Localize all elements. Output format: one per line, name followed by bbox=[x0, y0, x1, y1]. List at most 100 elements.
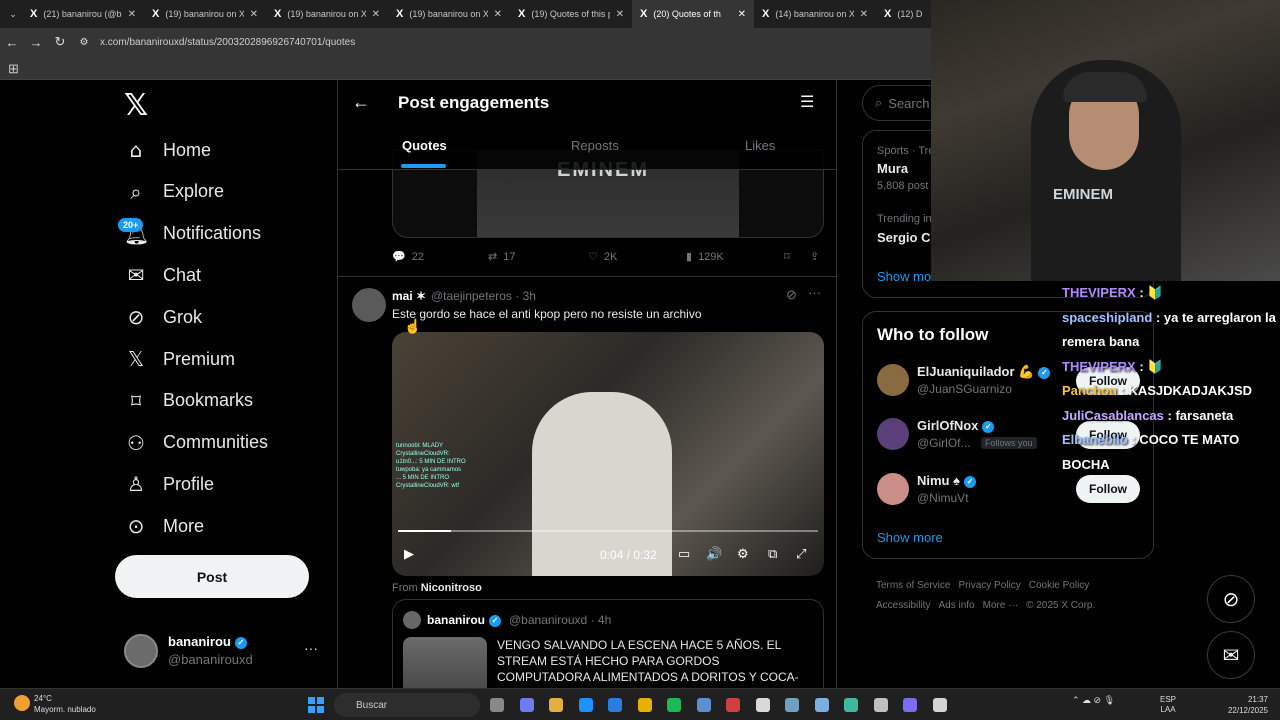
show-more-follow-link[interactable]: Show more bbox=[877, 530, 943, 545]
taskbar-app-icon[interactable] bbox=[873, 698, 888, 712]
tab-likes[interactable]: Likes bbox=[745, 138, 775, 153]
taskbar-app-icon[interactable] bbox=[519, 698, 534, 712]
taskbar-app-icon[interactable] bbox=[755, 698, 770, 712]
taskbar-app-icon[interactable] bbox=[785, 698, 799, 712]
weather-widget[interactable]: 24°C Mayorm. nublado bbox=[14, 693, 96, 715]
taskbar-app-icon[interactable] bbox=[844, 698, 858, 712]
browser-tab[interactable]: X (19) Quotes of this p ✕ bbox=[510, 0, 632, 28]
close-tab-icon[interactable]: ✕ bbox=[250, 9, 258, 20]
author-handle[interactable]: @taejinpeteros · 3h bbox=[431, 289, 536, 303]
views-button[interactable]: ▮ 129K bbox=[686, 250, 724, 264]
taskbar-app-icon[interactable] bbox=[490, 698, 504, 712]
start-button-icon[interactable] bbox=[308, 697, 324, 713]
forward-arrow-icon[interactable]: → bbox=[24, 35, 48, 50]
nav-item-profile[interactable]: ♙ Profile bbox=[124, 464, 214, 504]
footer-link[interactable]: Ads info bbox=[938, 600, 974, 611]
browser-tab[interactable]: X (19) bananirou on X: ✕ bbox=[266, 0, 388, 28]
follow-button[interactable]: Follow bbox=[1076, 475, 1140, 503]
avatar[interactable] bbox=[124, 634, 158, 668]
captions-icon[interactable]: ▭ bbox=[678, 546, 690, 562]
nav-item-communities[interactable]: ⚇ Communities bbox=[124, 423, 268, 463]
account-more-icon[interactable]: ··· bbox=[304, 640, 318, 656]
taskbar-app-icon[interactable] bbox=[696, 698, 711, 712]
avatar[interactable] bbox=[877, 364, 909, 396]
system-tray-icons[interactable]: ⌃ ☁ ⊘ 🎙 bbox=[1072, 695, 1115, 706]
from-name[interactable]: Niconitroso bbox=[421, 582, 482, 594]
footer-link[interactable]: Terms of Service bbox=[876, 580, 950, 591]
reply-button[interactable]: 💬 22 bbox=[392, 250, 424, 264]
video-progress-bar[interactable] bbox=[398, 530, 818, 532]
footer-link[interactable]: © 2025 X Corp. bbox=[1026, 600, 1095, 611]
bookmark-icon[interactable]: ⌑ bbox=[784, 250, 790, 263]
browser-tab[interactable]: X (19) bananirou on X: ✕ bbox=[388, 0, 510, 28]
repost-button[interactable]: ⇄ 17 bbox=[488, 250, 515, 264]
nav-item-grok[interactable]: ⊘ Grok bbox=[124, 297, 202, 337]
avatar[interactable] bbox=[877, 473, 909, 505]
volume-icon[interactable]: 🔊 bbox=[706, 546, 722, 562]
share-icon[interactable]: ⇪ bbox=[810, 250, 819, 263]
system-clock[interactable]: 21:37 22/12/2025 bbox=[1222, 694, 1268, 716]
like-button[interactable]: ♡ 2K bbox=[588, 250, 617, 264]
close-tab-icon[interactable]: ✕ bbox=[738, 9, 746, 20]
taskbar-app-icon[interactable] bbox=[637, 698, 652, 712]
nav-item-bookmarks[interactable]: ⌑ Bookmarks bbox=[124, 381, 253, 421]
play-icon[interactable]: ▶ bbox=[404, 546, 414, 562]
footer-link[interactable]: More ··· bbox=[983, 600, 1019, 611]
close-tab-icon[interactable]: ✕ bbox=[494, 9, 502, 20]
account-name[interactable]: bananirou ✓ bbox=[168, 634, 247, 649]
filter-sliders-icon[interactable]: ☰ bbox=[800, 92, 814, 112]
suggested-name[interactable]: GirlOfNox ✓ bbox=[917, 418, 995, 433]
browser-tab[interactable]: X (14) bananirou on X: ✕ bbox=[754, 0, 876, 28]
footer-link[interactable]: Accessibility bbox=[876, 600, 930, 611]
taskbar-app-icon[interactable] bbox=[903, 698, 917, 712]
taskbar-app-icon[interactable] bbox=[726, 698, 740, 712]
x-logo-icon[interactable]: 𝕏 bbox=[124, 88, 148, 123]
browser-tab[interactable]: X (19) bananirou on X: ✕ bbox=[144, 0, 266, 28]
browser-tab[interactable]: X (21) bananirou (@ba ✕ bbox=[22, 0, 144, 28]
footer-link[interactable]: Privacy Policy bbox=[958, 580, 1020, 591]
url-field[interactable]: x.com/bananirouxd/status/200320289692674… bbox=[100, 37, 355, 48]
tab-quotes[interactable]: Quotes bbox=[402, 138, 447, 153]
trend-name[interactable]: Mura bbox=[877, 161, 908, 176]
back-arrow-icon[interactable]: ← bbox=[352, 92, 370, 113]
tab-reposts[interactable]: Reposts bbox=[571, 138, 619, 153]
show-more-trends-link[interactable]: Show mo bbox=[877, 269, 931, 284]
grok-icon[interactable]: ⊘ bbox=[786, 287, 797, 303]
more-icon[interactable]: ··· bbox=[808, 285, 821, 300]
taskbar-app-icon[interactable] bbox=[667, 698, 681, 712]
fullscreen-icon[interactable]: ⤢ bbox=[796, 546, 806, 562]
apps-grid-icon[interactable]: ⊞ bbox=[8, 61, 19, 77]
close-tab-icon[interactable]: ✕ bbox=[860, 9, 868, 20]
taskbar-app-icon[interactable] bbox=[608, 698, 622, 712]
reload-icon[interactable]: ↻ bbox=[48, 34, 72, 50]
post-button[interactable]: Post bbox=[115, 555, 309, 598]
back-arrow-icon[interactable]: ← bbox=[0, 35, 24, 50]
nav-item-notifications[interactable]: 🔔︎ Notifications bbox=[124, 214, 261, 254]
nav-item-home[interactable]: ⌂ Home bbox=[124, 130, 211, 170]
site-info-icon[interactable]: ⚙ bbox=[72, 37, 96, 48]
settings-gear-icon[interactable]: ⚙ bbox=[737, 546, 749, 562]
avatar[interactable] bbox=[352, 288, 386, 322]
suggested-name[interactable]: ElJuaniquilador 💪 ✓ bbox=[917, 364, 1051, 380]
author-name[interactable]: mai ✶ bbox=[392, 289, 426, 303]
nav-item-premium[interactable]: 𝕏 Premium bbox=[124, 339, 235, 379]
input-language[interactable]: ESP LAA bbox=[1160, 695, 1176, 715]
browser-tab[interactable]: X (20) Quotes of th ✕ bbox=[632, 0, 754, 28]
nav-item-chat[interactable]: ✉ Chat bbox=[124, 255, 201, 295]
taskbar-app-icon[interactable] bbox=[814, 698, 829, 712]
taskbar-app-icon[interactable] bbox=[932, 698, 947, 712]
close-tab-icon[interactable]: ✕ bbox=[128, 9, 136, 20]
taskbar-app-icon[interactable] bbox=[549, 698, 563, 712]
tab-search-icon[interactable]: ⌄ bbox=[4, 9, 22, 20]
suggested-name[interactable]: Nimu ♠ ✓ bbox=[917, 473, 977, 488]
nav-item-more[interactable]: ⊙ More bbox=[124, 506, 204, 546]
close-tab-icon[interactable]: ✕ bbox=[616, 9, 624, 20]
avatar[interactable] bbox=[877, 418, 909, 450]
grok-fab-icon[interactable]: ⊘ bbox=[1207, 575, 1255, 623]
picture-in-picture-icon[interactable]: ⧉ bbox=[768, 546, 777, 562]
video-player[interactable]: tunnoobi: MLADY CrystallineCloudVR: u1tn… bbox=[392, 332, 824, 576]
taskbar-search[interactable]: Buscar bbox=[334, 693, 480, 717]
trend-name[interactable]: Sergio Co bbox=[877, 230, 938, 245]
close-tab-icon[interactable]: ✕ bbox=[372, 9, 380, 20]
messages-fab-icon[interactable]: ✉ bbox=[1207, 631, 1255, 679]
